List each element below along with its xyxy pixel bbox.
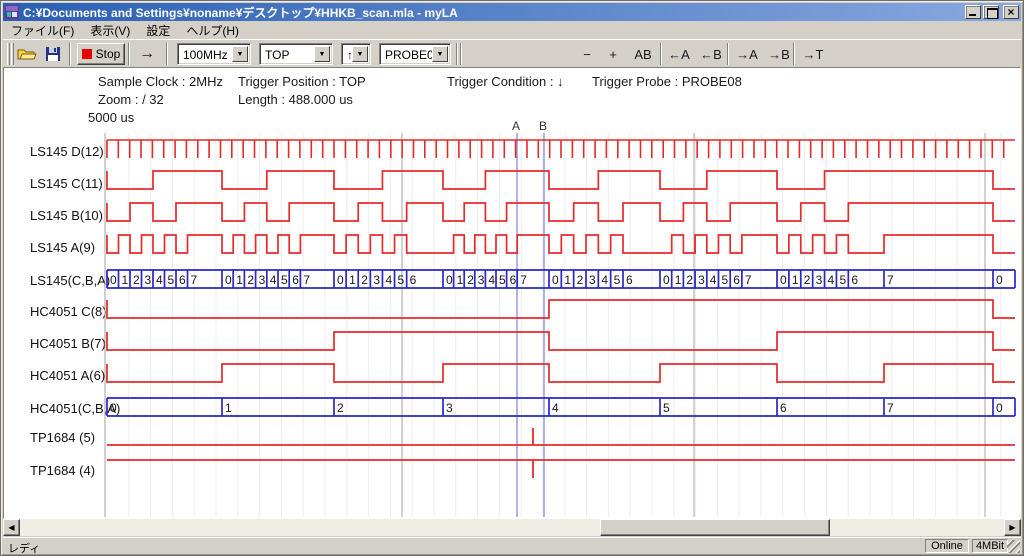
open-file-button[interactable] [15,43,39,65]
goto-trigger-button[interactable]: →T [799,43,827,65]
menu-bar: ファイル(F) 表示(V) 設定 ヘルプ(H) [3,22,1021,39]
scrollbar-thumb[interactable] [600,519,830,536]
trigger-probe-combo[interactable]: PROBE00 ▼ [379,43,451,65]
toolbar-separator [660,43,662,65]
app-window: C:¥Documents and Settings¥noname¥デスクトップ¥… [0,0,1024,556]
open-folder-icon [17,46,37,62]
goto-cursor-a-button[interactable]: ←A [665,43,693,65]
set-cursor-a-button[interactable]: →A [733,43,761,65]
stop-label: Stop [96,47,121,61]
save-floppy-icon [45,46,61,62]
trigger-position-info: Trigger Position : TOP [238,74,366,89]
status-message: レディ [8,540,40,556]
toolbar-separator [128,43,130,65]
goto-cursor-b-button[interactable]: ←B [697,43,725,65]
toolbar-separator [793,43,795,65]
close-button[interactable]: × [1003,5,1019,19]
zoom-in-button[interactable]: + [601,43,625,65]
channel-label-ls145-c: LS145 C(11) [30,176,103,191]
channel-label-tp1684-4: TP1684 (4) [30,463,95,478]
toolbar-separator [460,43,462,65]
trigger-condition-info: Trigger Condition : ↓ [447,74,564,89]
toolbar-separator [69,43,71,65]
dropdown-arrow-icon[interactable]: ▼ [432,46,448,62]
toolbar-separator [456,43,458,65]
minimize-button[interactable] [965,5,981,19]
toolbar-separator [727,43,729,65]
channel-label-ls145-b: LS145 B(10) [30,208,103,223]
toolbar-grip [11,43,14,65]
toolbar-separator [166,43,168,65]
maximize-button[interactable] [983,5,999,19]
menu-help[interactable]: ヘルプ(H) [178,21,247,40]
time-division-label: 5000 us [88,110,134,125]
sample-clock-value: 100MHz [183,48,228,62]
trigger-probe-info: Trigger Probe : PROBE08 [592,74,742,89]
channel-label-hc4051-c: HC4051 C(8) [30,304,107,319]
menu-settings[interactable]: 設定 [138,21,178,40]
cursor-a-label[interactable]: A [512,119,520,133]
horizontal-scrollbar[interactable]: ◀ ▶ [3,519,1021,536]
channel-label-tp1684-5: TP1684 (5) [30,430,95,445]
single-run-button[interactable]: → [133,43,161,65]
channel-label-ls145-a: LS145 A(9) [30,240,95,255]
app-icon [5,5,19,19]
status-online-indicator: Online [925,539,969,553]
channel-label-hc4051-a: HC4051 A(6) [30,368,105,383]
trigger-edge-combo[interactable]: ↑ ▼ [341,43,371,65]
zoom-out-button[interactable]: − [575,43,599,65]
channel-label-hc4051-b: HC4051 B(7) [30,336,106,351]
channel-label-ls145-d: LS145 D(12) [30,144,104,159]
toolbar-grip [7,43,10,65]
channel-label-ls145-bus: LS145(C,B,A) [30,273,110,288]
ab-span-button[interactable]: AB [629,43,657,65]
toolbar: Stop → 100MHz ▼ TOP ▼ ↑ ▼ PROBE00 ▼ − + … [3,39,1021,67]
zoom-info: Zoom : / 32 [98,92,164,107]
waveform-client-area [3,67,1021,519]
window-title: C:¥Documents and Settings¥noname¥デスクトップ¥… [23,4,963,21]
cursor-b-label[interactable]: B [539,119,547,133]
title-bar[interactable]: C:¥Documents and Settings¥noname¥デスクトップ¥… [3,3,1021,21]
sample-clock-info: Sample Clock : 2MHz [98,74,223,89]
menu-file[interactable]: ファイル(F) [3,21,82,40]
menu-view[interactable]: 表示(V) [82,21,138,40]
scroll-right-button[interactable]: ▶ [1004,519,1021,536]
status-bar: レディ Online 4MBit [3,537,1021,553]
channel-label-hc4051-bus: HC4051(C,B,A) [30,401,120,416]
dropdown-arrow-icon[interactable]: ▼ [352,46,368,62]
trigger-position-value: TOP [265,48,289,62]
trigger-position-combo[interactable]: TOP ▼ [259,43,333,65]
dropdown-arrow-icon[interactable]: ▼ [232,46,248,62]
sample-clock-combo[interactable]: 100MHz ▼ [177,43,251,65]
scroll-left-button[interactable]: ◀ [3,519,20,536]
dropdown-arrow-icon[interactable]: ▼ [314,46,330,62]
save-button[interactable] [41,43,65,65]
stop-square-icon [82,49,92,59]
stop-button[interactable]: Stop [77,43,125,65]
set-cursor-b-button[interactable]: →B [765,43,793,65]
status-memory-indicator: 4MBit [972,539,1008,553]
length-info: Length : 488.000 us [238,92,353,107]
resize-grip[interactable] [1007,540,1020,553]
